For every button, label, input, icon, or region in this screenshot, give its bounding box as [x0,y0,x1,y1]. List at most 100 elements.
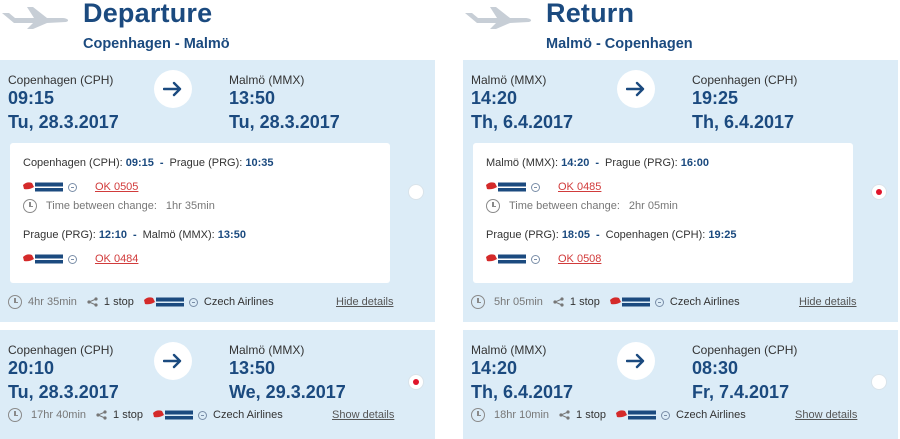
airline-name: Czech Airlines [676,409,746,421]
return-header: Return Malmö - Copenhagen [463,0,898,60]
globe-icon [531,182,540,192]
show-details-link[interactable]: Show details [795,409,857,421]
globe-icon [68,254,77,264]
segment-from-time: 09:15 [125,157,154,169]
origin-city: Malmö (MMX) [471,343,547,357]
destination-time: 13:50 [229,358,276,378]
origin: Copenhagen (CPH) 09:15 Tu, 28.3.2017 [8,73,119,132]
origin-city: Copenhagen (CPH) [8,343,114,357]
clock-icon [8,295,22,309]
destination-city: Malmö (MMX) [229,73,305,87]
clock-icon [471,295,485,309]
departure-option-1[interactable]: Copenhagen (CPH) 09:15 Tu, 28.3.2017 Mal… [0,60,435,322]
option-summary: 18hr 10min 1 stop Czech Airlines [471,408,746,422]
segment-from-time: 12:10 [98,229,127,241]
czech-airlines-logo [153,410,194,420]
origin-date: Th, 6.4.2017 [471,382,574,402]
destination: Copenhagen (CPH) 19:25 Th, 6.4.2017 [692,73,797,132]
destination-time: 08:30 [692,358,739,378]
czech-airlines-logo [486,254,526,264]
option-summary: 5hr 05min 1 stop Czech Airlines [471,295,740,309]
flight-number-link[interactable]: OK 0485 [558,181,601,193]
departure-title: Departure [83,0,213,28]
select-radio[interactable] [871,184,887,200]
segment-to-time: 19:25 [708,229,737,241]
stops: 1 stop [103,296,134,308]
segment-to-time: 13:50 [217,229,246,241]
departure-option-2[interactable]: Copenhagen (CPH) 20:10 Tu, 28.3.2017 Mal… [0,330,435,439]
origin-time: 20:10 [8,358,55,378]
segment-from-time: 14:20 [561,157,590,169]
destination-city: Malmö (MMX) [229,343,305,357]
globe-icon [188,297,198,307]
flight-details-panel: Malmö (MMX): 14:20- Prague (PRG): 16:00 O… [473,143,853,283]
segment-from-city: Malmö (MMX): [486,157,559,169]
destination: Copenhagen (CPH) 08:30 Fr, 7.4.2017 [692,343,797,402]
return-option-1[interactable]: Malmö (MMX) 14:20 Th, 6.4.2017 Copenhage… [463,60,898,322]
segment-2: Prague (PRG): 12:10- Malmö (MMX): 13:50 [23,229,246,241]
czech-airlines-logo [486,182,526,192]
change-time-row: Time between change: 2hr 05min [486,199,678,213]
change-time-row: Time between change: 1hr 35min [23,199,215,213]
share-icon [553,297,564,307]
select-radio[interactable] [871,374,887,390]
airline-name: Czech Airlines [203,296,274,308]
segment-1-airline: OK 0485 [486,181,601,193]
return-route: Malmö - Copenhagen [546,36,693,52]
origin-time: 09:15 [8,88,55,108]
change-value: 2hr 05min [628,200,678,212]
select-radio[interactable] [408,374,424,390]
segment-1: Malmö (MMX): 14:20- Prague (PRG): 16:00 [486,157,709,169]
airline-name: Czech Airlines [213,409,283,421]
select-radio[interactable] [408,184,424,200]
segment-2: Prague (PRG): 18:05- Copenhagen (CPH): 19… [486,229,737,241]
destination-date: Tu, 28.3.2017 [229,112,340,132]
destination-time: 19:25 [692,88,739,108]
departure-route: Copenhagen - Malmö [83,36,230,52]
segment-from-city: Prague (PRG): [23,229,96,241]
segment-from-city: Copenhagen (CPH): [23,157,123,169]
origin-city: Malmö (MMX) [471,73,547,87]
plane-icon [2,7,69,29]
globe-icon [531,254,540,264]
flight-number-link[interactable]: OK 0508 [558,253,601,265]
origin-date: Tu, 28.3.2017 [8,112,119,132]
segment-to-city: Malmö (MMX): [142,229,215,241]
destination-date: Th, 6.4.2017 [692,112,795,132]
globe-icon [68,182,77,192]
segment-to-time: 16:00 [680,157,709,169]
destination-city: Copenhagen (CPH) [692,73,798,87]
departure-column: Departure Copenhagen - Malmö Copenhagen … [0,0,435,439]
origin: Malmö (MMX) 14:20 Th, 6.4.2017 [471,343,573,402]
hide-details-link[interactable]: Hide details [799,296,856,308]
plane-icon [465,7,532,29]
airline-name: Czech Airlines [669,296,740,308]
duration: 4hr 35min [28,296,77,308]
origin-date: Th, 6.4.2017 [471,112,574,132]
destination-time: 13:50 [229,88,276,108]
origin: Copenhagen (CPH) 20:10 Tu, 28.3.2017 [8,343,119,402]
duration: 18hr 10min [494,409,550,421]
arrow-right-icon [154,70,192,108]
segment-2-airline: OK 0484 [23,253,138,265]
duration: 5hr 05min [494,296,543,308]
origin-date: Tu, 28.3.2017 [8,382,119,402]
change-label: Time between change: [509,200,620,212]
return-column: Return Malmö - Copenhagen Malmö (MMX) 14… [463,0,898,439]
globe-icon [661,410,671,420]
globe-icon [198,410,208,420]
hide-details-link[interactable]: Hide details [336,296,393,308]
flight-number-link[interactable]: OK 0505 [95,181,138,193]
segment-to-city: Prague (PRG): [604,157,678,169]
czech-airlines-logo [23,182,63,192]
show-details-link[interactable]: Show details [332,409,394,421]
stops: 1 stop [576,409,607,421]
flight-number-link[interactable]: OK 0484 [95,253,138,265]
origin: Malmö (MMX) 14:20 Th, 6.4.2017 [471,73,573,132]
segment-1-airline: OK 0505 [23,181,138,193]
clock-icon [471,408,485,422]
segment-to-city: Prague (PRG): [169,157,243,169]
return-title: Return [546,0,635,28]
share-icon [87,297,98,307]
return-option-2[interactable]: Malmö (MMX) 14:20 Th, 6.4.2017 Copenhage… [463,330,898,439]
